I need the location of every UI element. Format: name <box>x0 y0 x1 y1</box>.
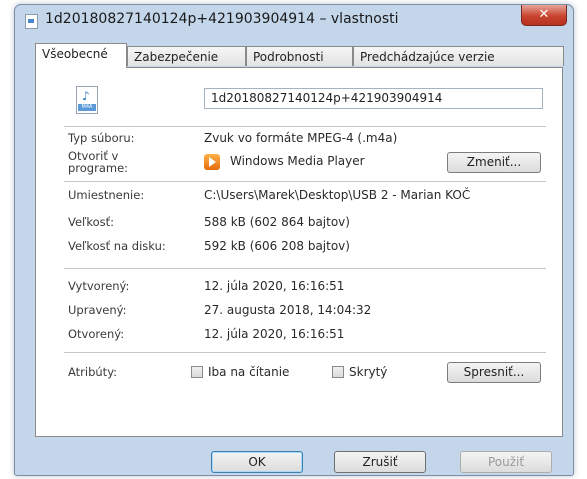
size-label: Veľkosť: <box>68 215 115 229</box>
media-player-icon <box>204 154 220 170</box>
separator <box>64 268 546 269</box>
tab-strip: Všeobecné Zabezpečenie Podrobnosti Predc… <box>35 43 564 68</box>
file-type-label: Typ súboru: <box>68 131 135 145</box>
general-panel: ♪ M4A 1d20180827140124p+421903904914 Typ… <box>35 67 563 437</box>
readonly-checkbox[interactable] <box>191 366 203 378</box>
audio-file-icon: ♪ M4A <box>76 86 98 114</box>
close-button[interactable]: ✕ <box>521 5 567 26</box>
window-title: 1d20180827140124p+421903904914 – vlastno… <box>45 11 399 27</box>
modified-value: 27. augusta 2018, 14:04:32 <box>204 303 372 317</box>
open-with-label: Otvoriť v programe: <box>68 149 129 175</box>
attributes-label: Atribúty: <box>68 365 118 379</box>
separator <box>64 352 546 353</box>
properties-window: 1d20180827140124p+421903904914 – vlastno… <box>14 4 574 476</box>
size-on-disk-label: Veľkosť na disku: <box>68 239 166 253</box>
file-extension-badge: M4A <box>78 104 96 111</box>
file-icon <box>25 14 38 29</box>
created-label: Vytvorený: <box>68 279 130 293</box>
separator <box>64 181 546 182</box>
accessed-label: Otvorený: <box>68 327 125 341</box>
modified-label: Upravený: <box>68 303 127 317</box>
tab-general[interactable]: Všeobecné <box>35 43 127 68</box>
size-on-disk-value: 592 kB (606 208 bajtov) <box>204 239 350 253</box>
readonly-label: Iba na čítanie <box>208 365 290 379</box>
location-label: Umiestnenie: <box>68 188 145 202</box>
close-icon: ✕ <box>538 7 550 22</box>
apply-button[interactable]: Použiť <box>460 451 552 473</box>
file-name-input[interactable]: 1d20180827140124p+421903904914 <box>204 88 543 109</box>
accessed-value: 12. júla 2020, 16:16:51 <box>204 327 345 341</box>
tab-details[interactable]: Podrobnosti <box>246 46 353 66</box>
file-type-value: Zvuk vo formáte MPEG-4 (.m4a) <box>204 131 398 145</box>
ok-button[interactable]: OK <box>211 451 303 473</box>
tab-previous-versions[interactable]: Predchádzajúce verzie <box>353 46 564 66</box>
tab-security[interactable]: Zabezpečenie <box>127 46 246 66</box>
location-value: C:\Users\Marek\Desktop\USB 2 - Marian KO… <box>204 188 471 202</box>
hidden-label: Skrytý <box>349 365 388 379</box>
change-program-button[interactable]: Zmeniť... <box>447 152 541 173</box>
open-with-value: Windows Media Player <box>230 154 365 168</box>
created-value: 12. júla 2020, 16:16:51 <box>204 279 345 293</box>
music-note-icon: ♪ <box>82 89 90 103</box>
cancel-button[interactable]: Zrušiť <box>334 451 426 473</box>
title-bar[interactable]: 1d20180827140124p+421903904914 – vlastno… <box>15 5 573 35</box>
separator <box>64 126 546 127</box>
hidden-checkbox[interactable] <box>332 366 344 378</box>
advanced-attributes-button[interactable]: Spresniť... <box>447 362 541 383</box>
size-value: 588 kB (602 864 bajtov) <box>204 215 350 229</box>
